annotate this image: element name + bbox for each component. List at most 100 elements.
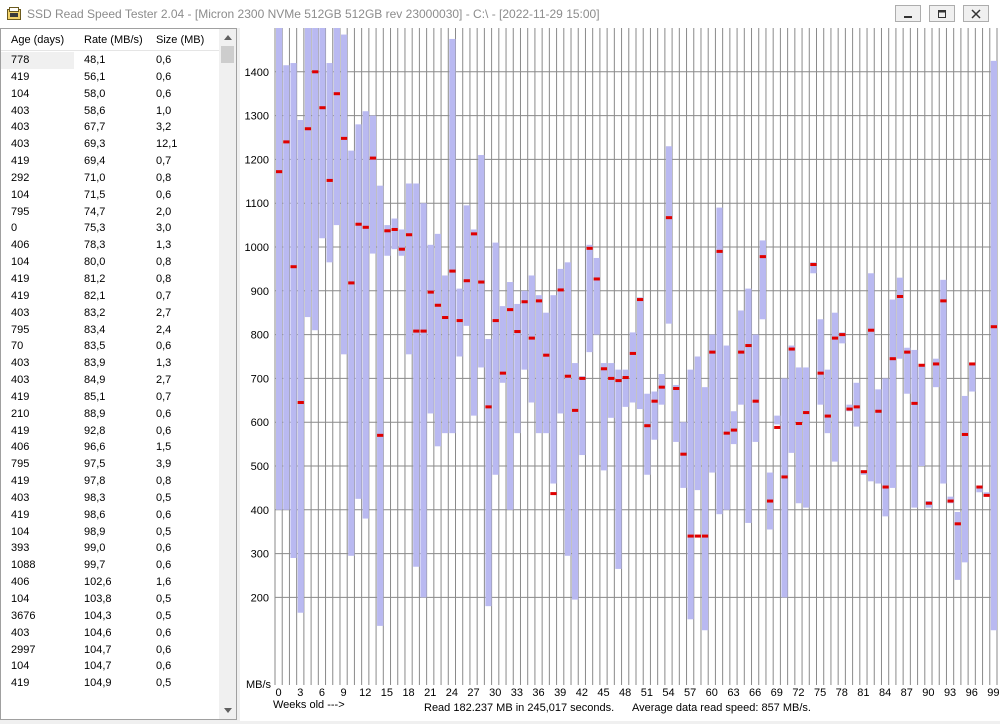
list-row[interactable]: 104 71,5 0,6 [1,187,220,204]
column-header-age[interactable]: Age (days) [1,29,74,50]
list-row[interactable]: 2997 104,7 0,6 [1,642,220,659]
list-row[interactable]: 795 97,5 3,9 [1,456,220,473]
age-cell: 104 [11,660,30,673]
list-row[interactable]: 403 98,3 0,5 [1,490,220,507]
size-cell: 0,6 [156,508,172,521]
list-row[interactable]: 419 69,4 0,7 [1,153,220,170]
list-row[interactable]: 104 58,0 0,6 [1,86,220,103]
list-row[interactable]: 104 98,9 0,5 [1,524,220,541]
average-marker [940,299,947,303]
list-row[interactable]: 419 82,1 0,7 [1,288,220,305]
scroll-up-button[interactable] [219,29,236,46]
rate-cell: 75,3 [84,222,106,235]
range-bar [600,363,608,471]
list-row[interactable]: 70 83,5 0,6 [1,338,220,355]
range-bar [665,146,673,324]
x-tick-label: 93 [944,687,956,699]
size-cell: 0,6 [156,559,172,572]
size-cell: 0,6 [156,340,172,353]
list-row[interactable]: 104 104,7 0,6 [1,658,220,675]
list-row[interactable]: 403 83,9 1,3 [1,355,220,372]
list-row[interactable]: 210 88,9 0,6 [1,406,220,423]
size-cell: 0,5 [156,491,172,504]
average-marker [839,333,846,337]
list-row[interactable]: 3676 104,3 0,5 [1,608,220,625]
average-marker [492,319,499,323]
list-row[interactable]: 795 83,4 2,4 [1,322,220,339]
list-row[interactable]: 419 92,8 0,6 [1,423,220,440]
list-row[interactable]: 419 56,1 0,6 [1,69,220,86]
column-header-rate[interactable]: Rate (MB/s) [74,29,146,50]
list-row[interactable]: 778 48,1 0,6 [1,52,220,69]
list-row[interactable]: 403 84,9 2,7 [1,372,220,389]
age-cell: 419 [11,677,30,690]
range-bar [377,185,384,626]
list-row[interactable]: 403 83,2 2,7 [1,305,220,322]
average-marker [449,269,456,273]
list-row[interactable]: 403 69,3 12,1 [1,136,220,153]
minimize-button[interactable] [895,5,921,22]
average-marker [983,493,990,497]
rate-cell: 81,2 [84,272,106,285]
y-tick-label: 900 [251,286,269,298]
average-marker [803,411,810,415]
read-summary: Read 182.237 MB in 245,017 seconds. [424,702,614,714]
range-bar [492,242,499,475]
list-row[interactable]: 403 58,6 1,0 [1,103,220,120]
x-tick-label: 3 [297,687,303,699]
list-row[interactable]: 419 97,8 0,8 [1,473,220,490]
range-bar [868,273,875,482]
list-row[interactable]: 406 96,6 1,5 [1,439,220,456]
average-marker [651,399,658,403]
list-row[interactable]: 419 81,2 0,8 [1,271,220,288]
minimize-icon [904,15,912,18]
list-row[interactable]: 403 67,7 3,2 [1,119,220,136]
y-tick-label: 500 [251,461,269,473]
rate-cell: 48,1 [84,54,106,66]
list-row[interactable]: 0 75,3 3,0 [1,220,220,237]
range-bar [788,345,795,453]
size-cell: 0,8 [156,256,172,269]
size-cell: 2,7 [156,306,172,319]
average-marker [586,246,593,250]
vertical-scrollbar[interactable] [219,29,236,719]
list-row[interactable]: 393 99,0 0,6 [1,540,220,557]
rate-cell: 92,8 [84,424,106,437]
range-bar [297,119,304,613]
scroll-down-button[interactable] [219,702,236,719]
average-marker [680,452,687,456]
rate-cell: 83,9 [84,357,106,370]
list-row[interactable]: 406 102,6 1,6 [1,574,220,591]
list-row[interactable]: 104 103,8 0,5 [1,591,220,608]
file-list[interactable]: Age (days) Rate (MB/s) Size (MB) 778 48,1… [0,28,237,720]
average-marker [485,405,492,409]
range-bar [969,363,976,392]
list-row[interactable]: 419 85,1 0,7 [1,389,220,406]
range-bar [499,306,507,383]
list-row[interactable]: 406 78,3 1,3 [1,237,220,254]
restore-button[interactable] [929,5,955,22]
age-cell: 403 [11,626,30,639]
average-marker [868,328,875,332]
list-row[interactable]: 292 71,0 0,8 [1,170,220,187]
x-tick-label: 66 [749,687,761,699]
list-row[interactable]: 403 104,6 0,6 [1,625,220,642]
window-title: SSD Read Speed Tester 2.04 - [Micron 230… [27,7,600,21]
close-icon [971,8,981,19]
close-button[interactable] [963,5,989,22]
average-marker [709,350,716,354]
list-row[interactable]: 795 74,7 2,0 [1,204,220,221]
list-rows: 778 48,1 0,6 419 56,1 0,6 104 58,0 0,6 403 58,6 1,0… [1,52,220,692]
age-cell: 419 [11,390,30,403]
column-header-size[interactable]: Size (MB) [146,29,220,50]
list-row[interactable]: 1088 99,7 0,6 [1,557,220,574]
rate-cell: 99,0 [84,542,106,555]
scroll-thumb[interactable] [221,46,234,63]
list-row[interactable]: 419 104,9 0,5 [1,675,220,692]
list-row[interactable]: 104 80,0 0,8 [1,254,220,271]
range-bar [564,262,572,556]
rate-cell: 96,6 [84,441,106,454]
title-bar[interactable]: SSD Read Speed Tester 2.04 - [Micron 230… [0,0,1000,28]
list-row[interactable]: 419 98,6 0,6 [1,507,220,524]
average-marker [875,409,882,413]
